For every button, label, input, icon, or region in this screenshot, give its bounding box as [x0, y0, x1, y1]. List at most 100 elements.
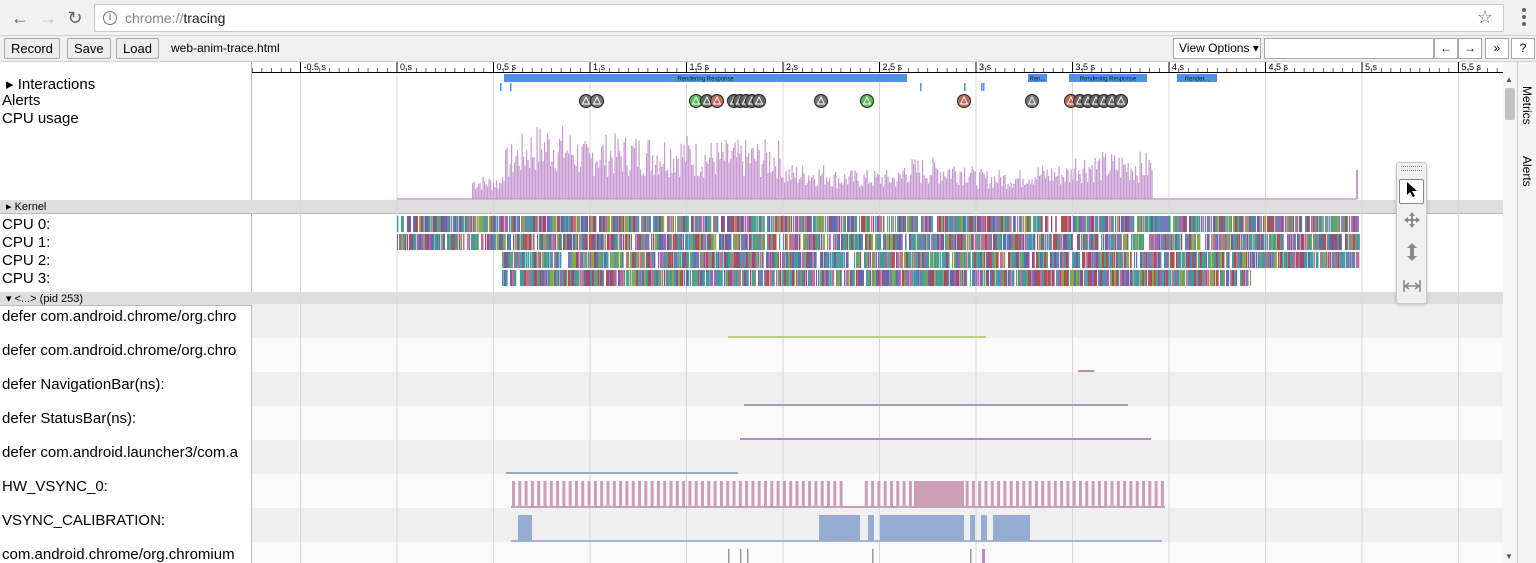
help-button[interactable]: ? — [1511, 38, 1535, 59]
cpu-slice — [872, 270, 875, 286]
cpu-usage-bar — [1121, 157, 1123, 199]
cpu-usage-bar — [665, 170, 667, 199]
view-options-dropdown[interactable]: View Options ▾ — [1173, 38, 1261, 59]
info-icon[interactable]: i — [103, 11, 117, 25]
timing-icon[interactable] — [1399, 275, 1424, 300]
cpu-slice — [1348, 252, 1350, 268]
cpu-usage-bar — [1075, 158, 1077, 199]
cpu-usage-bar — [929, 175, 931, 199]
cpu-slice — [718, 252, 720, 268]
vertical-scrollbar[interactable]: ▲ ▼ — [1503, 62, 1517, 563]
find-input[interactable] — [1264, 38, 1434, 59]
vsync-pulse — [971, 481, 975, 507]
cpu-slice — [644, 270, 646, 286]
cpu-usage-bar — [988, 188, 990, 199]
cpu-slice — [720, 252, 723, 268]
cpu-usage-bar — [718, 152, 720, 199]
thread-slice — [740, 549, 742, 563]
cpu-slice — [768, 252, 770, 268]
vsync-pulse — [1142, 481, 1145, 507]
record-button[interactable]: Record — [4, 38, 60, 59]
cpu-slice — [606, 252, 609, 268]
cpu-slice — [558, 270, 560, 286]
cpu-usage-bar — [605, 134, 607, 199]
cpu-slice — [648, 270, 652, 286]
save-button[interactable]: Save — [67, 38, 111, 59]
back-arrow-icon[interactable]: ← — [8, 6, 32, 30]
cpu-usage-bar — [508, 176, 510, 199]
cpu-usage-bar — [959, 171, 961, 199]
cpu-usage-bar — [835, 171, 837, 199]
forward-arrow-icon[interactable]: → — [36, 6, 60, 30]
find-next-button[interactable]: → — [1458, 38, 1482, 59]
zoom-icon[interactable] — [1399, 243, 1424, 268]
cpu-usage-bar — [989, 182, 991, 199]
cpu-slice — [1294, 252, 1296, 268]
cpu-slice — [1125, 234, 1128, 250]
cpu-usage-bar — [1132, 170, 1134, 199]
alerts-tab[interactable]: Alerts — [1520, 156, 1534, 187]
cpu-slice — [577, 216, 581, 232]
timeline-canvas[interactable]: -0.5 s 0 s 0.5 s 1 s 1.5 s 2 s 2.5 s 3 s 3.5 s 4 … — [252, 62, 1503, 563]
cpu-usage-bar — [770, 172, 772, 199]
cpu-slice — [886, 252, 888, 268]
cpu-slice — [401, 234, 403, 250]
cpu-slice — [717, 216, 719, 232]
thread-label: defer StatusBar(ns): — [2, 410, 137, 427]
cpu-slice — [1278, 252, 1280, 268]
cpu-usage-bar — [853, 181, 855, 199]
cpu-slice — [1350, 252, 1352, 268]
cpu-slice — [1283, 216, 1285, 232]
cpu-slice — [662, 270, 664, 286]
cpu-slice — [900, 270, 902, 286]
cpu-usage-bar — [907, 182, 909, 199]
cpu-slice — [1131, 234, 1133, 250]
menu-dots-icon[interactable] — [1522, 8, 1526, 26]
drag-handle-icon[interactable] — [1401, 166, 1422, 171]
cpu-usage-bar — [1012, 187, 1014, 199]
load-button[interactable]: Load — [116, 38, 159, 59]
find-previous-button[interactable]: ← — [1434, 38, 1458, 59]
cpu-slice — [1068, 252, 1070, 268]
cpu-usage-bar — [928, 183, 930, 199]
cpu-usage-bar — [707, 163, 709, 199]
cpu-usage-bar — [664, 142, 666, 199]
cpu-usage-bar — [647, 140, 649, 199]
cpu-usage-bar — [538, 161, 540, 199]
cpu-usage-bar — [764, 139, 766, 199]
cpu-slice — [715, 234, 717, 250]
cpu-slice — [590, 270, 592, 286]
cpu-slice — [600, 270, 603, 286]
cpu-slice — [1295, 234, 1297, 250]
cpu-usage-bar — [721, 142, 723, 199]
reload-icon[interactable]: ↻ — [63, 6, 87, 30]
cpu-slice — [1114, 252, 1116, 268]
cpu-slice — [524, 252, 526, 268]
address-bar[interactable]: i chrome://tracing ☆ — [94, 4, 1504, 32]
expand-sidebar-button[interactable]: » — [1485, 38, 1509, 59]
cpu-slice — [551, 216, 553, 232]
vsync-pulse — [719, 481, 723, 507]
interactions-track-label[interactable]: ▸ Interactions — [6, 75, 252, 93]
timeline-view[interactable]: -0.5 s 0 s 0.5 s 1 s 1.5 s 2 s 2.5 s 3 s 3.5 s 4 … — [252, 62, 1503, 563]
pan-icon[interactable] — [1399, 211, 1424, 236]
cpu-slice — [1272, 252, 1275, 268]
pointer-icon[interactable] — [1399, 179, 1424, 204]
cpu-slice — [1250, 252, 1252, 268]
cpu-usage-bar — [943, 171, 945, 199]
cpu-slice — [858, 270, 861, 286]
scroll-down-icon[interactable]: ▼ — [1505, 552, 1513, 561]
cpu-usage-bar — [679, 176, 681, 199]
url-text[interactable]: chrome://tracing — [125, 10, 225, 26]
cpu-usage-bar — [827, 181, 829, 199]
bookmark-star-icon[interactable]: ☆ — [1477, 7, 1493, 28]
scroll-thumb[interactable] — [1505, 88, 1515, 120]
scroll-up-icon[interactable]: ▲ — [1505, 75, 1513, 84]
cpu-slice — [830, 252, 832, 268]
cpu-usage-bar — [673, 159, 675, 199]
cpu-slice — [1184, 270, 1186, 286]
vsync-pulse — [1053, 481, 1057, 507]
cpu-usage-bar — [940, 172, 942, 199]
metrics-tab[interactable]: Metrics — [1520, 86, 1534, 125]
cpu-usage-bar — [1130, 168, 1132, 199]
